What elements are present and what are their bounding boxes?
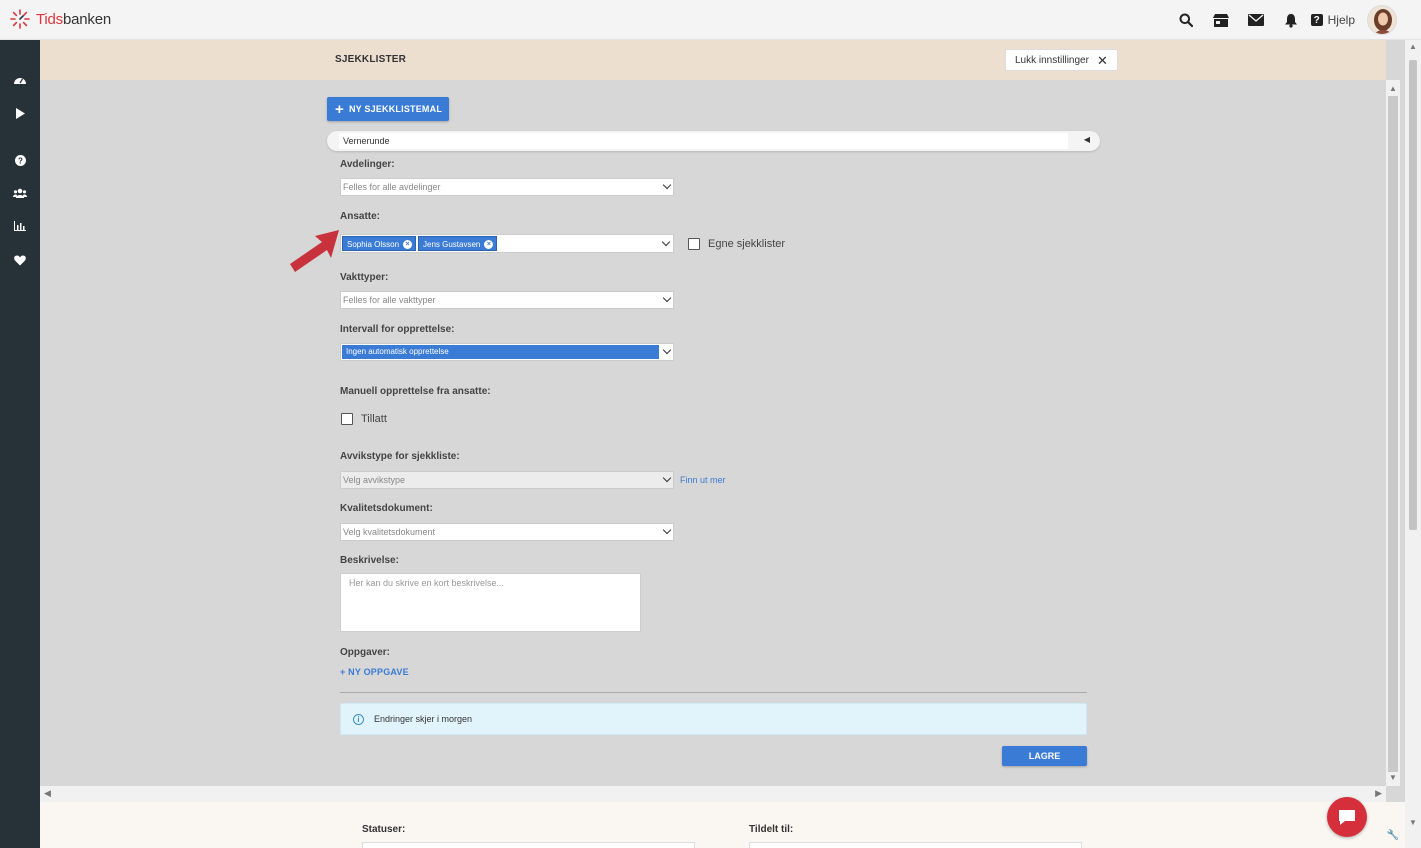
own-checklists-checkbox[interactable]: [688, 238, 700, 250]
page-scroll-down-icon[interactable]: ▼: [1409, 818, 1417, 827]
chat-button[interactable]: [1327, 797, 1367, 837]
statuses-label: Statuser:: [362, 824, 406, 835]
description-textarea[interactable]: Her kan du skrive en kort beskrivelse...: [340, 573, 641, 632]
shift-types-value: Felles for alle vakttyper: [343, 295, 436, 305]
new-task-link[interactable]: + NY OPPGAVE: [340, 667, 409, 677]
plus-icon: +: [335, 100, 344, 118]
page-title: SJEKKLISTER: [335, 54, 407, 65]
page-scroll-thumb[interactable]: [1409, 60, 1417, 530]
employee-tag[interactable]: Sophia Olsson ×: [342, 236, 417, 251]
bar-chart-icon[interactable]: [0, 216, 40, 236]
new-template-label: NY SJEKKLISTEMAL: [348, 104, 443, 114]
users-icon[interactable]: [0, 183, 40, 203]
template-bar[interactable]: Vernerunde ◀: [327, 131, 1100, 151]
sidebar: ?: [0, 40, 40, 848]
employees-label: Ansatte:: [340, 211, 381, 222]
save-button[interactable]: LAGRE: [1002, 746, 1087, 766]
chat-icon: [1339, 810, 1355, 825]
description-label: Beskrivelse:: [340, 555, 399, 566]
mail-icon[interactable]: [1239, 0, 1274, 40]
search-icon[interactable]: [1169, 0, 1204, 40]
help-icon: ?: [1310, 14, 1323, 26]
employee-tag-label: Jens Gustavsen: [423, 240, 481, 249]
play-icon[interactable]: [0, 103, 40, 123]
logo-text: Tidsbanken: [36, 10, 111, 28]
chevron-down-icon: [662, 473, 672, 483]
assigned-to-label: Tildelt til:: [749, 824, 794, 835]
close-settings-label: Lukk innstillinger: [1015, 54, 1089, 66]
interval-select[interactable]: Ingen automatisk opprettelse: [340, 343, 674, 361]
info-icon: i: [353, 713, 364, 725]
new-checklist-template-button[interactable]: + NY SJEKKLISTEMAL: [327, 97, 449, 121]
employees-multiselect[interactable]: Sophia Olsson × Jens Gustavsen ×: [340, 234, 674, 253]
statuses-select[interactable]: [362, 842, 695, 848]
interval-label: Intervall for opprettelse:: [340, 324, 455, 335]
heart-icon[interactable]: [0, 250, 40, 270]
chevron-down-icon: [662, 180, 672, 190]
deviation-type-value: Velg avvikstype: [343, 475, 406, 485]
bottom-panel: Statuser: Tildelt til:: [40, 802, 1405, 848]
shift-types-select[interactable]: Felles for alle vakttyper: [340, 291, 674, 309]
dashboard-icon[interactable]: [0, 70, 40, 90]
assigned-to-select[interactable]: [749, 842, 1082, 848]
store-icon[interactable]: [1204, 0, 1239, 40]
chevron-down-icon: [662, 293, 672, 303]
close-settings-button[interactable]: Lukk innstillinger ✕: [1005, 49, 1118, 71]
collapse-caret-icon[interactable]: ◀: [1084, 135, 1090, 144]
template-name-input[interactable]: Vernerunde: [339, 133, 1068, 149]
question-icon[interactable]: ?: [0, 150, 40, 170]
quality-document-value: Velg kvalitetsdokument: [343, 527, 436, 537]
chevron-down-icon: [662, 345, 672, 355]
quality-document-select[interactable]: Velg kvalitetsdokument: [340, 523, 674, 541]
manual-allowed-label: Tillatt: [361, 413, 387, 425]
svg-text:?: ?: [18, 156, 23, 165]
tasks-label: Oppgaver:: [340, 647, 391, 658]
page-scrollbar[interactable]: ▲ ▼: [1405, 40, 1421, 848]
interval-value: Ingen automatisk opprettelse: [342, 345, 659, 359]
departments-select[interactable]: Felles for alle avdelinger: [340, 178, 674, 196]
vertical-scrollbar[interactable]: ▲ ▼: [1386, 80, 1400, 786]
top-bar: Tidsbanken ? Hjelp: [0, 0, 1421, 40]
scroll-down-icon[interactable]: ▼: [1389, 773, 1397, 782]
wrench-icon[interactable]: 🔧: [1385, 830, 1401, 846]
logo[interactable]: Tidsbanken: [10, 9, 111, 29]
help-label: Hjelp: [1327, 13, 1355, 27]
horizontal-scrollbar[interactable]: ◀ ▶: [40, 786, 1386, 802]
shift-types-label: Vakttyper:: [340, 272, 389, 283]
divider: [340, 692, 1087, 693]
page-scroll-up-icon[interactable]: ▲: [1409, 42, 1417, 51]
red-arrow-icon: [290, 230, 339, 272]
departments-value: Felles for alle avdelinger: [343, 182, 441, 192]
logo-sun-icon: [10, 9, 30, 29]
manual-creation-label: Manuell opprettelse fra ansatte:: [340, 386, 491, 397]
info-text: Endringer skjer i morgen: [374, 714, 473, 724]
employee-tag-label: Sophia Olsson: [347, 240, 400, 249]
own-checklists-label: Egne sjekklister: [708, 238, 786, 250]
remove-tag-icon[interactable]: ×: [403, 240, 413, 249]
avatar[interactable]: [1367, 5, 1397, 35]
info-banner: i Endringer skjer i morgen: [340, 703, 1087, 735]
remove-tag-icon[interactable]: ×: [484, 240, 494, 249]
help-button[interactable]: ? Hjelp: [1310, 13, 1355, 27]
page-header: SJEKKLISTER Lukk innstillinger ✕: [40, 40, 1386, 80]
deviation-type-select[interactable]: Velg avvikstype: [340, 471, 674, 489]
scroll-left-icon[interactable]: ◀: [44, 788, 51, 799]
chevron-down-icon: [662, 525, 672, 535]
close-icon: ✕: [1096, 52, 1108, 68]
deviation-type-label: Avvikstype for sjekkliste:: [340, 451, 460, 462]
employee-tag[interactable]: Jens Gustavsen ×: [418, 236, 498, 251]
find-out-more-link[interactable]: Finn ut mer: [680, 475, 726, 485]
manual-allowed-checkbox[interactable]: [341, 413, 353, 425]
bell-icon[interactable]: [1274, 0, 1309, 40]
scroll-thumb[interactable]: [1388, 96, 1398, 772]
chevron-down-icon: [661, 237, 671, 247]
scroll-right-icon[interactable]: ▶: [1375, 788, 1382, 799]
quality-document-label: Kvalitetsdokument:: [340, 503, 433, 514]
departments-label: Avdelinger:: [340, 159, 395, 170]
scroll-up-icon[interactable]: ▲: [1389, 84, 1397, 93]
